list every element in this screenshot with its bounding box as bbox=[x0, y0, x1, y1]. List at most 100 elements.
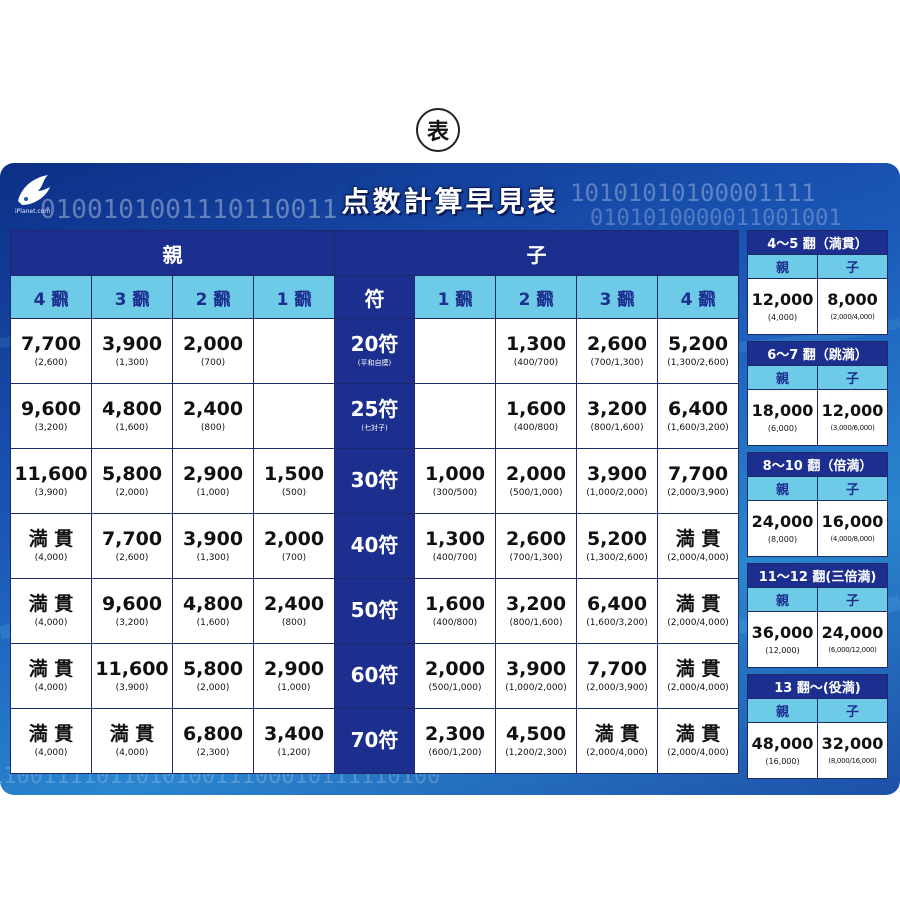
score-value: 24,000 bbox=[821, 622, 884, 642]
score-breakdown: (400/800) bbox=[513, 422, 559, 433]
score-breakdown: (2,300) bbox=[196, 747, 230, 758]
child-score-cell: 3,900 (1,000/2,000) bbox=[495, 643, 577, 709]
score-breakdown: (1,300/2,600) bbox=[667, 357, 729, 368]
page-title: 点数計算早見表 bbox=[341, 185, 559, 218]
score-value: 4,500 bbox=[505, 722, 567, 745]
score-value: 32,000 bbox=[821, 733, 884, 753]
dealer-limit-cell: 24,000 (8,000) bbox=[747, 500, 818, 557]
score-breakdown: (3,200) bbox=[34, 422, 68, 433]
score-breakdown: (2,000/3,900) bbox=[667, 487, 729, 498]
score-breakdown: (2,000) bbox=[115, 487, 149, 498]
child-score-cell: 1,000 (300/500) bbox=[414, 448, 496, 514]
fu-score-cell: 30符 bbox=[334, 448, 415, 514]
logo-text: iPlanet.com bbox=[15, 208, 51, 215]
child-limit-cell: 16,000 (4,000/8,000) bbox=[817, 500, 888, 557]
score-value: 6,800 bbox=[182, 722, 244, 745]
child-score-cell bbox=[414, 383, 496, 449]
child-limit-cell: 8,000 (2,000/4,000) bbox=[817, 278, 888, 335]
table-row: 9,600 (3,200) 4,800 (1,600) 2,400 (800) 25符 (七対… bbox=[10, 383, 740, 449]
score-breakdown: (700) bbox=[200, 357, 226, 368]
score-value: 11,600 bbox=[95, 657, 169, 680]
score-breakdown: (8,000) bbox=[767, 534, 798, 544]
fu-value: 30符 bbox=[350, 468, 399, 492]
score-value: 11,600 bbox=[14, 462, 88, 485]
dealer-header: 親 bbox=[10, 230, 335, 276]
score-breakdown: (3,900) bbox=[115, 682, 149, 693]
score-rows: 7,700 (2,600) 3,900 (1,300) 2,000 (700) 20符 (平和… bbox=[10, 318, 740, 774]
score-value: 5,200 bbox=[586, 527, 648, 550]
score-breakdown: (400/700) bbox=[432, 552, 478, 563]
fu-value: 50符 bbox=[350, 598, 399, 622]
dealer-score-cell: 2,000 (700) bbox=[253, 513, 335, 579]
score-breakdown: (1,000/2,000) bbox=[505, 682, 567, 693]
score-breakdown: (500) bbox=[281, 487, 307, 498]
score-value: 1,600 bbox=[424, 592, 486, 615]
score-breakdown: (12,000) bbox=[765, 645, 800, 655]
dealer-limit-cell: 18,000 (6,000) bbox=[747, 389, 818, 446]
score-breakdown: (800/1,600) bbox=[590, 422, 644, 433]
dealer-score-cell: 2,900 (1,000) bbox=[172, 448, 254, 514]
dealer-score-cell: 7,700 (2,600) bbox=[91, 513, 173, 579]
score-value: 7,700 bbox=[20, 332, 82, 355]
limit-hand-table: 11～12 翻(三倍満) 親子 36,000 (12,000) 24,000 (6,000… bbox=[747, 563, 888, 668]
child-score-cell: 3,200 (800/1,600) bbox=[495, 578, 577, 644]
score-value: 2,000 bbox=[263, 527, 325, 550]
score-breakdown: (4,000) bbox=[767, 312, 798, 322]
score-value: 9,600 bbox=[101, 592, 163, 615]
score-value: 2,900 bbox=[182, 462, 244, 485]
score-breakdown: (3,900) bbox=[34, 487, 68, 498]
child-label: 子 bbox=[817, 698, 888, 723]
score-breakdown: (600/1,200) bbox=[428, 747, 482, 758]
score-breakdown: (500/1,000) bbox=[509, 487, 563, 498]
score-breakdown: (6,000) bbox=[767, 423, 798, 433]
score-breakdown: (1,600) bbox=[196, 617, 230, 628]
child-score-cell: 6,400 (1,600/3,200) bbox=[576, 578, 658, 644]
limit-hand-title: 11～12 翻(三倍満) bbox=[747, 563, 888, 588]
score-breakdown: (16,000) bbox=[765, 756, 800, 766]
score-value: 36,000 bbox=[751, 622, 814, 642]
child-score-cell: 4,500 (1,200/2,300) bbox=[495, 708, 577, 774]
dealer-han-header: 2 飜 bbox=[172, 275, 254, 319]
score-value: 6,400 bbox=[667, 397, 729, 420]
score-value: 5,800 bbox=[101, 462, 163, 485]
table-row: 11,600 (3,900) 5,800 (2,000) 2,900 (1,000) 1,5… bbox=[10, 448, 740, 514]
child-score-cell: 6,400 (1,600/3,200) bbox=[656, 383, 740, 449]
score-value: 8,000 bbox=[827, 289, 878, 309]
score-breakdown: (400/700) bbox=[513, 357, 559, 368]
score-breakdown: (800) bbox=[281, 617, 307, 628]
child-label: 子 bbox=[817, 587, 888, 612]
fu-header: 符 bbox=[334, 275, 415, 319]
fu-value: 70符 bbox=[350, 728, 399, 752]
score-breakdown: (4,000) bbox=[115, 747, 149, 758]
child-header: 子 bbox=[333, 230, 740, 276]
svg-text:0101010000011001001: 0101010000011001001 bbox=[590, 206, 842, 231]
score-breakdown: (1,000) bbox=[196, 487, 230, 498]
score-value: 満 貫 bbox=[675, 527, 721, 550]
score-breakdown: (1,600) bbox=[115, 422, 149, 433]
score-value: 満 貫 bbox=[675, 722, 721, 745]
score-value: 24,000 bbox=[751, 511, 814, 531]
limit-hand-table: 8～10 翻（倍満）親子 24,000 (8,000) 16,000 (4,000/8,… bbox=[747, 452, 888, 557]
child-score-cell: 2,300 (600/1,200) bbox=[414, 708, 496, 774]
dealer-label: 親 bbox=[747, 254, 818, 279]
fu-note: (平和自摸) bbox=[357, 358, 392, 367]
dealer-score-cell: 5,800 (2,000) bbox=[91, 448, 173, 514]
score-value: 2,300 bbox=[424, 722, 486, 745]
dealer-score-cell: 満 貫 (4,000) bbox=[10, 708, 92, 774]
score-breakdown: (2,000) bbox=[196, 682, 230, 693]
score-value: 満 貫 bbox=[28, 722, 74, 745]
score-value: 3,200 bbox=[586, 397, 648, 420]
child-han-header: 1 飜 bbox=[414, 275, 496, 319]
score-value: 2,400 bbox=[182, 397, 244, 420]
dealer-score-cell: 4,800 (1,600) bbox=[91, 383, 173, 449]
score-breakdown: (1,200) bbox=[277, 747, 311, 758]
score-breakdown: (2,000/4,000) bbox=[667, 617, 729, 628]
score-breakdown: (1,000) bbox=[277, 682, 311, 693]
score-value: 12,000 bbox=[821, 400, 884, 420]
score-breakdown: (800) bbox=[200, 422, 226, 433]
dealer-label: 親 bbox=[747, 476, 818, 501]
dealer-score-cell: 7,700 (2,600) bbox=[10, 318, 92, 384]
fu-value: 20符 bbox=[350, 331, 399, 356]
limit-hand-title: 8～10 翻（倍満） bbox=[747, 452, 888, 477]
dealer-label: 親 bbox=[747, 587, 818, 612]
